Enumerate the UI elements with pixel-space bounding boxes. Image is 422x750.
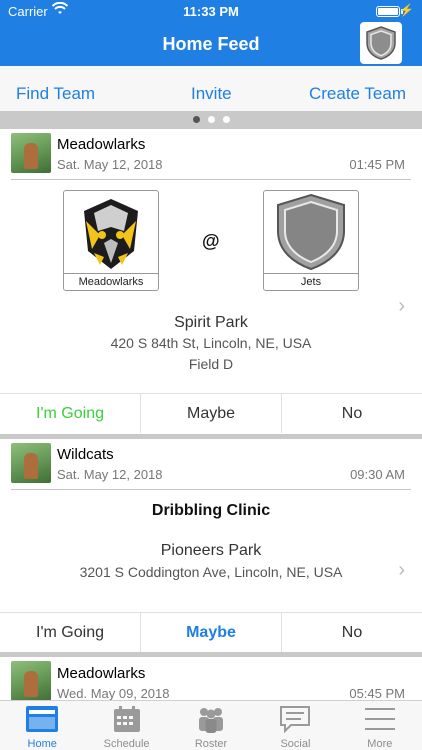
tab-more[interactable]: More bbox=[338, 701, 422, 750]
tab-label: Social bbox=[280, 738, 311, 750]
venue-name: Pioneers Park bbox=[160, 542, 262, 559]
action-bar: Find Team Invite Create Team bbox=[0, 66, 422, 111]
versus-at: @ bbox=[202, 231, 220, 251]
page-dot[interactable] bbox=[207, 116, 215, 123]
tab-label: Schedule bbox=[103, 738, 150, 750]
event-title: Dribbling Clinic bbox=[151, 502, 271, 519]
tab-bar: Home Schedule Roster Social More bbox=[0, 700, 422, 750]
event-time: 01:45 PM bbox=[349, 157, 405, 172]
event-date: Sat. May 12, 2018 bbox=[57, 157, 163, 172]
team-name: Wildcats bbox=[57, 446, 114, 463]
event-time: 09:30 AM bbox=[350, 467, 405, 482]
going-button[interactable]: I'm Going bbox=[0, 394, 141, 433]
event-date: Sat. May 12, 2018 bbox=[57, 467, 163, 482]
team-name: Meadowlarks bbox=[57, 136, 146, 153]
venue-address: 420 S 84th St, Lincoln, NE, USA bbox=[110, 335, 312, 351]
chevron-right-icon[interactable]: › bbox=[398, 559, 405, 582]
home-team-logo: Meadowlarks bbox=[63, 190, 159, 291]
home-team-label: Meadowlarks bbox=[64, 273, 158, 290]
menu-icon bbox=[364, 705, 396, 738]
tab-label: More bbox=[367, 738, 393, 750]
game-card[interactable]: Meadowlarks Wed. May 09, 2018 05:45 PM bbox=[0, 657, 422, 700]
rsvp-bar: I'm Going Maybe No bbox=[0, 393, 422, 433]
going-button[interactable]: I'm Going bbox=[0, 613, 141, 652]
status-bar: Carrier 11:33 PM ⚡ bbox=[0, 0, 422, 22]
team-avatar bbox=[11, 133, 51, 173]
divider bbox=[11, 179, 411, 180]
maybe-button[interactable]: Maybe bbox=[141, 613, 282, 652]
team-avatar bbox=[11, 661, 51, 700]
team-avatar bbox=[11, 443, 51, 483]
charging-icon: ⚡ bbox=[399, 3, 414, 17]
invite-link[interactable]: Invite bbox=[191, 84, 232, 104]
no-button[interactable]: No bbox=[282, 394, 422, 433]
calendar-icon bbox=[113, 705, 141, 738]
page-indicator-strip bbox=[0, 111, 422, 129]
page-dot[interactable] bbox=[192, 116, 200, 123]
page-dot[interactable] bbox=[222, 116, 230, 123]
away-team-label: Jets bbox=[264, 273, 358, 290]
field-name: Field D bbox=[188, 356, 234, 372]
team-shield-button[interactable] bbox=[360, 22, 402, 64]
clock: 11:33 PM bbox=[183, 4, 239, 19]
tab-social[interactable]: Social bbox=[253, 701, 337, 750]
team-name: Meadowlarks bbox=[57, 665, 146, 682]
tab-label: Roster bbox=[194, 738, 228, 750]
find-team-link[interactable]: Find Team bbox=[16, 84, 95, 104]
shield-icon bbox=[366, 26, 396, 60]
navigation-bar: Carrier 11:33 PM ⚡ Home Feed bbox=[0, 0, 422, 66]
tab-schedule[interactable]: Schedule bbox=[84, 701, 168, 750]
tab-home[interactable]: Home bbox=[0, 701, 84, 750]
event-time: 05:45 PM bbox=[349, 686, 405, 700]
people-icon bbox=[196, 705, 226, 738]
page-dots bbox=[0, 116, 422, 123]
shield-icon bbox=[277, 193, 345, 271]
tab-roster[interactable]: Roster bbox=[169, 701, 253, 750]
create-team-link[interactable]: Create Team bbox=[309, 84, 406, 104]
hawk-mascot-icon bbox=[84, 199, 138, 269]
event-date: Wed. May 09, 2018 bbox=[57, 686, 170, 700]
home-feed-icon bbox=[25, 705, 59, 738]
venue-name: Spirit Park bbox=[174, 314, 248, 331]
page-title: Home Feed bbox=[162, 34, 260, 54]
rsvp-bar: I'm Going Maybe No bbox=[0, 612, 422, 652]
battery-icon bbox=[376, 6, 400, 17]
maybe-button[interactable]: Maybe bbox=[141, 394, 282, 433]
venue-address: 3201 S Coddington Ave, Lincoln, NE, USA bbox=[79, 564, 343, 580]
away-team-logo: Jets bbox=[263, 190, 359, 291]
game-card[interactable]: Meadowlarks Sat. May 12, 2018 01:45 PM M… bbox=[0, 129, 422, 434]
chat-bubble-icon bbox=[279, 705, 311, 738]
event-card[interactable]: Wildcats Sat. May 12, 2018 09:30 AM Drib… bbox=[0, 439, 422, 652]
no-button[interactable]: No bbox=[282, 613, 422, 652]
divider bbox=[11, 489, 411, 490]
tab-label: Home bbox=[27, 738, 57, 750]
